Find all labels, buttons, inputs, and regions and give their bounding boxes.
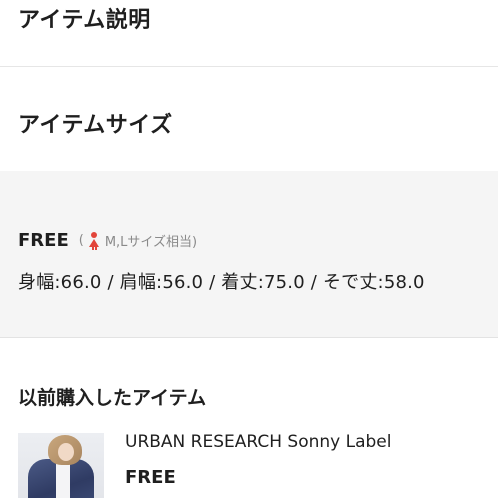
purchase-history-title: 以前購入したアイテム: [18, 387, 207, 409]
item-size-title: アイテムサイズ: [18, 113, 173, 138]
item-size-section-header: アイテムサイズ: [0, 67, 498, 171]
size-name: FREE: [18, 230, 69, 251]
purchase-history-item[interactable]: URBAN RESEARCH Sonny Label FREE: [0, 432, 498, 498]
note-text: M,Lサイズ相当): [104, 235, 198, 250]
item-detail-page: アイテム説明 アイテムサイズ FREE ( M,Lサイズ相当) 身幅:66.0 …: [0, 0, 498, 498]
purchase-history-section: 以前購入したアイテム URBAN RESEARCH Sonny Label FR…: [0, 338, 498, 498]
item-description-section[interactable]: アイテム説明: [0, 0, 498, 67]
item-brand[interactable]: URBAN RESEARCH Sonny Label: [125, 432, 391, 452]
item-thumbnail[interactable]: [18, 433, 104, 498]
item-size: FREE: [125, 467, 176, 488]
size-equivalent-note: ( M,Lサイズ相当): [79, 231, 197, 250]
female-icon: [88, 231, 99, 250]
note-open-paren: (: [78, 233, 84, 248]
item-description-title: アイテム説明: [18, 8, 151, 33]
size-row-head: FREE ( M,Lサイズ相当): [18, 230, 197, 251]
size-measurements: 身幅:66.0 / 肩幅:56.0 / 着丈:75.0 / そで丈:58.0: [18, 272, 425, 293]
size-panel: FREE ( M,Lサイズ相当) 身幅:66.0 / 肩幅:56.0 / 着丈:…: [0, 171, 498, 338]
